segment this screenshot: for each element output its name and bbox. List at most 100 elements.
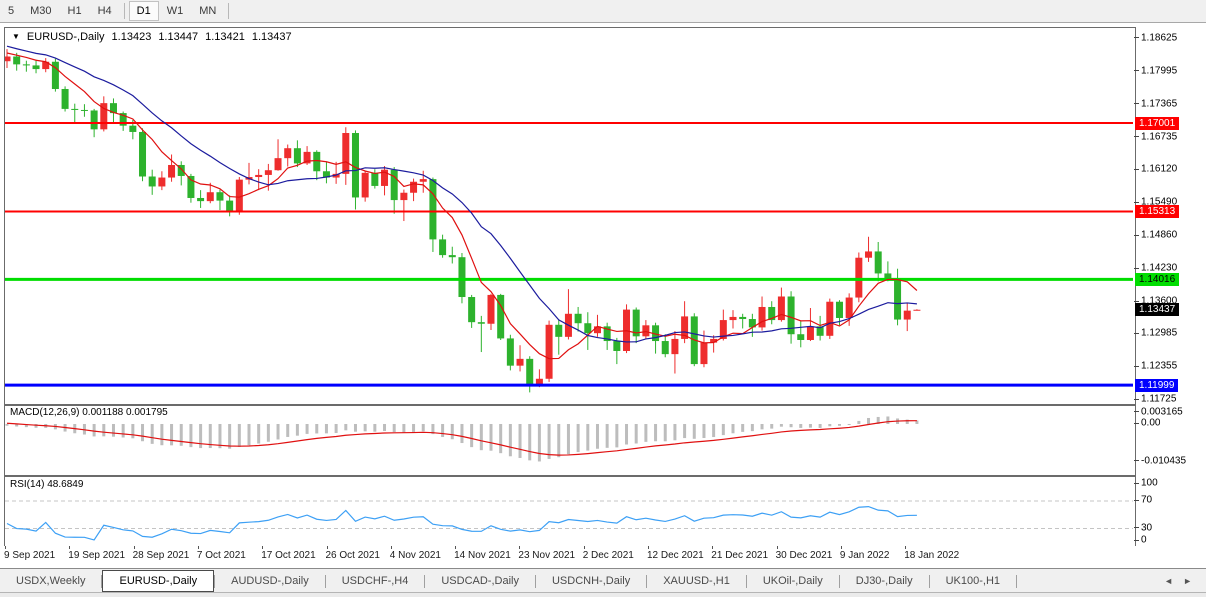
price-axis-tick [1134, 235, 1139, 236]
price-panel[interactable] [4, 27, 1136, 405]
macd-bar [538, 424, 541, 461]
date-axis-tick [5, 546, 6, 549]
symbol-dropdown-icon[interactable]: ▼ [12, 32, 20, 44]
candle-body [584, 323, 591, 333]
macd-axis-tick [1134, 411, 1139, 412]
candle-body [458, 257, 465, 297]
date-axis-label: 19 Sep 2021 [68, 550, 125, 561]
timeframe-button-H4[interactable]: H4 [90, 1, 120, 21]
price-chart-canvas[interactable] [5, 28, 1133, 402]
candle-body [62, 89, 69, 109]
macd-bar [180, 424, 183, 446]
price-tag-1.14016[interactable]: 1.14016 [1135, 273, 1179, 286]
chart-symbol-label: EURUSD-,Daily [27, 31, 105, 43]
tab-eurusd-daily[interactable]: EURUSD-,Daily [102, 570, 214, 592]
macd-axis-tick [1134, 423, 1139, 424]
price-tag-1.11999[interactable]: 1.11999 [1135, 379, 1178, 392]
price-axis-label: 1.18625 [1141, 32, 1177, 43]
candle-body [797, 334, 804, 340]
tab-usdx-weekly[interactable]: USDX,Weekly [0, 570, 101, 592]
macd-bar [141, 424, 144, 441]
price-axis-tick [1134, 202, 1139, 203]
date-axis-tick [648, 546, 649, 549]
macd-bar [654, 424, 657, 441]
timeframe-button-5[interactable]: 5 [0, 1, 22, 21]
macd-bar [577, 424, 580, 452]
timeframe-button-MN[interactable]: MN [191, 1, 224, 21]
macd-bar [722, 424, 725, 435]
macd-bar [673, 424, 676, 440]
macd-histogram [6, 416, 919, 461]
candle-body [526, 359, 533, 386]
tab-audusd-daily[interactable]: AUDUSD-,Daily [215, 570, 325, 592]
candle-body [642, 325, 649, 336]
candle-body [836, 302, 843, 318]
macd-bar [693, 424, 696, 439]
macd-axis-label: 0.00 [1141, 418, 1160, 429]
macd-bar [644, 424, 647, 442]
macd-bar [664, 424, 667, 441]
tab-xauusd-h1[interactable]: XAUUSD-,H1 [647, 570, 746, 592]
rsi-panel[interactable] [4, 476, 1136, 548]
rsi-axis-tick [1134, 527, 1139, 528]
price-axis-label: 1.16735 [1141, 131, 1177, 142]
macd-bar [412, 424, 415, 432]
tab-dj30-daily[interactable]: DJ30-,Daily [840, 570, 929, 592]
macd-bar [151, 424, 154, 444]
tab-usdcad-daily[interactable]: USDCAD-,Daily [425, 570, 535, 592]
macd-bar [548, 424, 551, 459]
candle-body [342, 133, 349, 174]
rsi-axis-label: 100 [1141, 478, 1158, 489]
macd-panel[interactable] [4, 405, 1136, 476]
candle-body [846, 298, 853, 318]
date-axis-label: 30 Dec 2021 [776, 550, 833, 561]
candle-body [759, 307, 766, 327]
macd-axis-tick [1134, 460, 1139, 461]
tab-uk100-h1[interactable]: UK100-,H1 [930, 570, 1016, 592]
macd-bar [490, 424, 493, 451]
macd-bar [131, 424, 134, 438]
rsi-axis-label: 70 [1141, 495, 1152, 506]
date-axis-label: 14 Nov 2021 [454, 550, 511, 561]
macd-bar [586, 424, 589, 451]
price-tag-1.15313[interactable]: 1.15313 [1135, 205, 1179, 218]
timeframe-button-W1[interactable]: W1 [159, 1, 192, 21]
price-axis-label: 1.12355 [1141, 361, 1177, 372]
date-axis-tick [519, 546, 520, 549]
candle-body [700, 343, 707, 364]
candle-body [352, 133, 359, 197]
candle-body [884, 273, 891, 278]
tab-usdchf-h4[interactable]: USDCHF-,H4 [326, 570, 425, 592]
macd-bar [799, 424, 802, 428]
tab-usdcnh-daily[interactable]: USDCNH-,Daily [536, 570, 646, 592]
candle-body [913, 310, 920, 311]
price-tag-1.17001[interactable]: 1.17001 [1135, 117, 1179, 130]
timeframe-button-M30[interactable]: M30 [22, 1, 59, 21]
candle-body [81, 110, 88, 111]
candle-body [391, 170, 398, 200]
rsi-axis-tick [1134, 483, 1139, 484]
timeframe-button-H1[interactable]: H1 [60, 1, 90, 21]
tabs-scroll-right-icon[interactable]: ► [1183, 576, 1192, 586]
macd-bar [422, 424, 425, 431]
macd-bar [306, 424, 309, 434]
timeframe-button-D1[interactable]: D1 [129, 1, 159, 21]
macd-bar [441, 424, 444, 437]
tab-ukoil-daily[interactable]: UKOil-,Daily [747, 570, 839, 592]
candle-body [855, 258, 862, 298]
chart-title: ▼ EURUSD-,Daily 1.13423 1.13447 1.13421 … [12, 31, 299, 43]
macd-bar [528, 424, 531, 460]
price-tag-1.13437[interactable]: 1.13437 [1135, 303, 1179, 316]
price-axis-tick [1134, 301, 1139, 302]
macd-bar [732, 424, 735, 433]
price-axis-label: 1.17365 [1141, 98, 1177, 109]
price-axis-label: 1.12985 [1141, 328, 1177, 339]
macd-bar [325, 424, 328, 433]
candle-body [33, 65, 40, 69]
macd-bar [519, 424, 522, 458]
price-axis-tick [1134, 103, 1139, 104]
tabs-scroll-left-icon[interactable]: ◄ [1164, 576, 1173, 586]
candle-body [197, 198, 204, 201]
macd-bar [838, 424, 841, 426]
macd-bar [499, 424, 502, 453]
